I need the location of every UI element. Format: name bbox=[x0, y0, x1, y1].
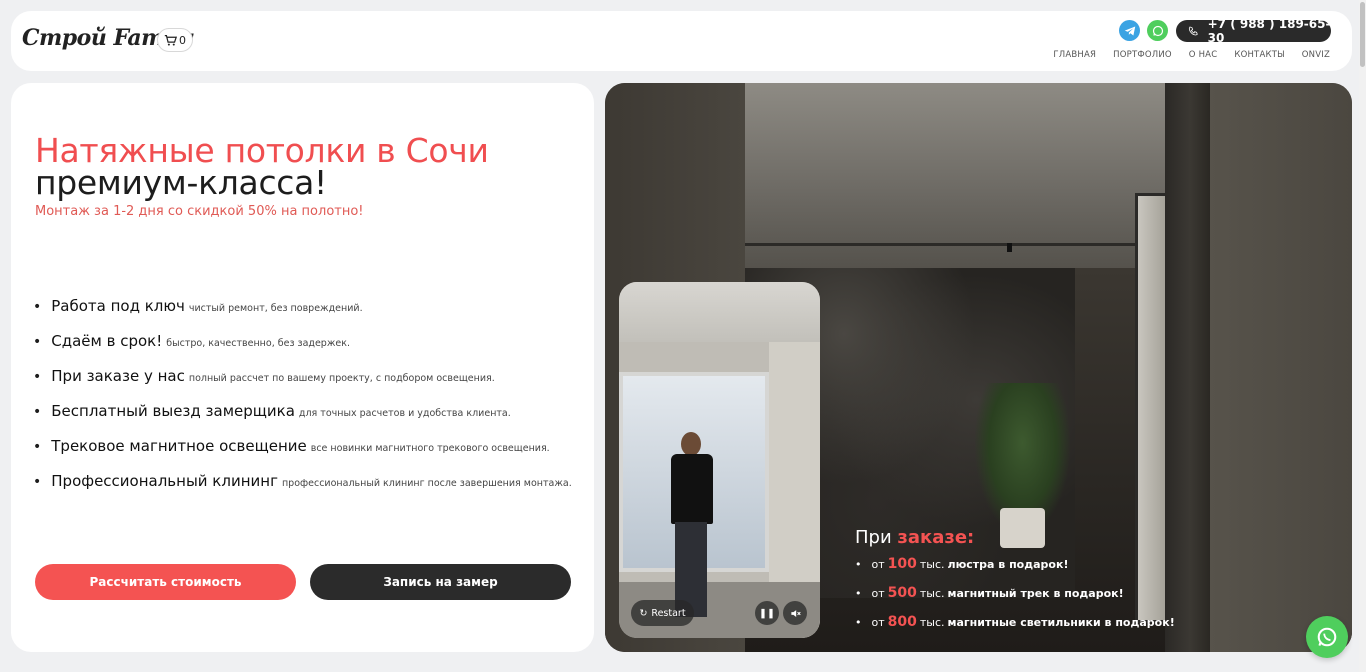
promo-prefix: от bbox=[871, 587, 885, 600]
hero-panel: Натяжные потолки в Сочи премиум-класса! … bbox=[11, 83, 594, 652]
phone-number: +7 ( 988 ) 189-65-30 bbox=[1207, 17, 1331, 45]
promo-amount: 800 bbox=[887, 614, 917, 630]
feature-item: • Бесплатный выезд замерщика для точных ра… bbox=[33, 402, 511, 420]
telegram-button[interactable] bbox=[1119, 20, 1140, 41]
feature-title: Сдаём в срок! bbox=[51, 332, 163, 350]
video-restart-button[interactable]: ↻ Restart bbox=[631, 600, 694, 626]
calculate-cost-button[interactable]: Рассчитать стоимость bbox=[35, 564, 296, 600]
nav-portfolio[interactable]: ПОРТФОЛИО bbox=[1113, 50, 1172, 60]
nav-about[interactable]: О НАС bbox=[1189, 50, 1218, 60]
main-nav: ГЛАВНАЯ ПОРТФОЛИО О НАС КОНТАКТЫ ONVIZ bbox=[1053, 50, 1330, 60]
promo-unit: тыс. bbox=[919, 558, 945, 571]
photo-spotlight bbox=[1007, 243, 1012, 252]
whatsapp-icon bbox=[1152, 25, 1163, 36]
phone-button[interactable]: +7 ( 988 ) 189-65-30 bbox=[1176, 17, 1331, 45]
page-scrollbar[interactable] bbox=[1359, 0, 1366, 672]
feature-item: • Профессиональный клининг профессиональны… bbox=[33, 472, 572, 490]
feature-title: При заказе у нас bbox=[51, 367, 185, 385]
photo-wall-right bbox=[1210, 83, 1352, 652]
feature-desc: все новинки магнитного трекового освещен… bbox=[310, 443, 550, 454]
video-player[interactable]: ↻ Restart ❚❚ bbox=[619, 282, 820, 638]
nav-home[interactable]: ГЛАВНАЯ bbox=[1053, 50, 1096, 60]
cart-button[interactable]: 0 bbox=[157, 28, 193, 52]
feature-item: • Сдаём в срок! быстро, качественно, без з… bbox=[33, 332, 350, 350]
pause-icon: ❚❚ bbox=[759, 607, 775, 619]
promo-item: • от 800 тыс. магнитные светильники в подаро… bbox=[855, 614, 1175, 630]
feature-item: • При заказе у нас полный рассчет по вашем… bbox=[33, 367, 495, 385]
telegram-icon bbox=[1124, 26, 1135, 35]
promo-text: магнитные светильники в подарок! bbox=[947, 616, 1175, 629]
promo-list: • от 100 тыс. люстра в подарок! • от 500 тыс. ма… bbox=[855, 556, 1175, 643]
feature-title: Профессиональный клининг bbox=[51, 472, 278, 490]
feature-title: Трековое магнитное освещение bbox=[51, 437, 307, 455]
photo-ceiling-track bbox=[745, 243, 1165, 246]
promo-title-plain: При bbox=[855, 527, 892, 548]
video-mute-button[interactable] bbox=[783, 601, 807, 625]
promo-text: магнитный трек в подарок! bbox=[947, 587, 1124, 600]
promo-title: При заказе: bbox=[855, 527, 1175, 548]
restart-label: Restart bbox=[651, 607, 686, 619]
feature-desc: полный рассчет по вашему проекту, с подб… bbox=[188, 373, 495, 384]
promo-unit: тыс. bbox=[919, 616, 945, 629]
mute-icon bbox=[790, 609, 801, 617]
phone-icon bbox=[1188, 26, 1198, 36]
feature-item: • Работа под ключ чистый ремонт, без повре… bbox=[33, 297, 363, 315]
restart-icon: ↻ bbox=[639, 607, 648, 619]
features-list: • Работа под ключ чистый ремонт, без повре… bbox=[33, 297, 572, 507]
feature-desc: для точных расчетов и удобства клиента. bbox=[298, 408, 511, 419]
promo-prefix: от bbox=[871, 616, 885, 629]
nav-onviz[interactable]: ONVIZ bbox=[1302, 50, 1330, 60]
cart-count: 0 bbox=[179, 33, 186, 47]
video-pause-button[interactable]: ❚❚ bbox=[755, 601, 779, 625]
nav-contacts[interactable]: КОНТАКТЫ bbox=[1234, 50, 1284, 60]
promo-block: При заказе: • от 100 тыс. люстра в подарок! … bbox=[855, 527, 1175, 643]
video-frame-ceiling bbox=[619, 282, 820, 342]
promo-amount: 500 bbox=[887, 585, 917, 601]
promo-unit: тыс. bbox=[919, 587, 945, 600]
whatsapp-float-button[interactable] bbox=[1306, 616, 1348, 658]
photo-ceiling bbox=[745, 83, 1165, 268]
promo-amount: 100 bbox=[887, 556, 917, 572]
feature-desc: быстро, качественно, без задержек. bbox=[166, 338, 350, 349]
hero-title: премиум-класса! bbox=[35, 163, 327, 202]
promo-text: люстра в подарок! bbox=[947, 558, 1069, 571]
promo-item: • от 100 тыс. люстра в подарок! bbox=[855, 556, 1069, 572]
video-person bbox=[665, 432, 720, 622]
promo-item: • от 500 тыс. магнитный трек в подарок! bbox=[855, 585, 1124, 601]
whatsapp-button[interactable] bbox=[1147, 20, 1168, 41]
hero-subtitle: Монтаж за 1-2 дня со скидкой 50% на поло… bbox=[35, 204, 364, 219]
promo-title-accent: заказе: bbox=[897, 527, 975, 548]
feature-title: Работа под ключ bbox=[51, 297, 185, 315]
feature-desc: профессиональный клининг после завершени… bbox=[281, 478, 572, 489]
feature-item: • Трековое магнитное освещение все новинки… bbox=[33, 437, 550, 455]
feature-desc: чистый ремонт, без повреждений. bbox=[188, 303, 363, 314]
whatsapp-icon bbox=[1317, 627, 1337, 647]
promo-prefix: от bbox=[871, 558, 885, 571]
site-header: Строй Family 0 +7 ( 988 ) 189-65-30 ГЛАВ… bbox=[11, 11, 1352, 71]
scrollbar-thumb[interactable] bbox=[1360, 2, 1365, 67]
cart-icon bbox=[164, 34, 177, 46]
book-measurement-button[interactable]: Запись на замер bbox=[310, 564, 571, 600]
feature-title: Бесплатный выезд замерщика bbox=[51, 402, 295, 420]
